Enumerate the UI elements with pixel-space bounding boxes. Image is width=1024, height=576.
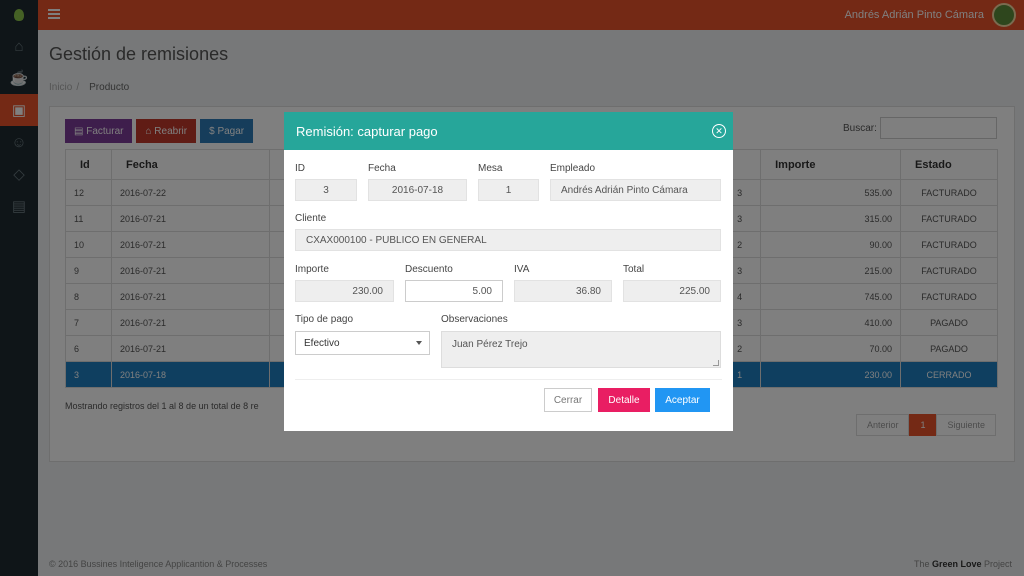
- descuento-label: Descuento: [405, 264, 453, 275]
- cliente-label: Cliente: [295, 213, 327, 224]
- observaciones-label: Observaciones: [441, 314, 508, 325]
- modal-header: Remisión: capturar pago ✕: [284, 112, 733, 150]
- total-label: Total: [623, 264, 645, 275]
- importe-label: Importe: [295, 264, 329, 275]
- resize-handle[interactable]: [713, 360, 719, 366]
- fecha-field[interactable]: 2016-07-18: [368, 179, 467, 201]
- tipo-pago-label: Tipo de pago: [295, 314, 354, 325]
- total-field[interactable]: 225.00: [623, 280, 721, 302]
- descuento-input[interactable]: 5.00: [405, 280, 503, 302]
- empleado-field[interactable]: Andrés Adrián Pinto Cámara: [550, 179, 721, 201]
- tipo-pago-select[interactable]: Efectivo: [295, 331, 430, 355]
- capturar-pago-modal: Remisión: capturar pago ✕ ID 3 Fecha 201…: [284, 112, 733, 431]
- chevron-down-icon: [416, 341, 422, 345]
- iva-label: IVA: [514, 264, 530, 275]
- mesa-label: Mesa: [478, 163, 503, 174]
- mesa-field[interactable]: 1: [478, 179, 539, 201]
- fecha-label: Fecha: [368, 163, 396, 174]
- modal-title: Remisión: capturar pago: [296, 124, 438, 139]
- iva-field[interactable]: 36.80: [514, 280, 612, 302]
- cliente-field[interactable]: CXAX000100 - PUBLICO EN GENERAL: [295, 229, 721, 251]
- observaciones-textarea[interactable]: Juan Pérez Trejo: [441, 331, 721, 368]
- detalle-button[interactable]: Detalle: [598, 388, 650, 412]
- empleado-label: Empleado: [550, 163, 596, 174]
- cerrar-button[interactable]: Cerrar: [544, 388, 592, 412]
- id-label: ID: [295, 163, 305, 174]
- aceptar-button[interactable]: Aceptar: [655, 388, 710, 412]
- id-field[interactable]: 3: [295, 179, 357, 201]
- importe-field[interactable]: 230.00: [295, 280, 394, 302]
- modal-divider: [295, 379, 722, 380]
- close-icon[interactable]: ✕: [712, 124, 726, 138]
